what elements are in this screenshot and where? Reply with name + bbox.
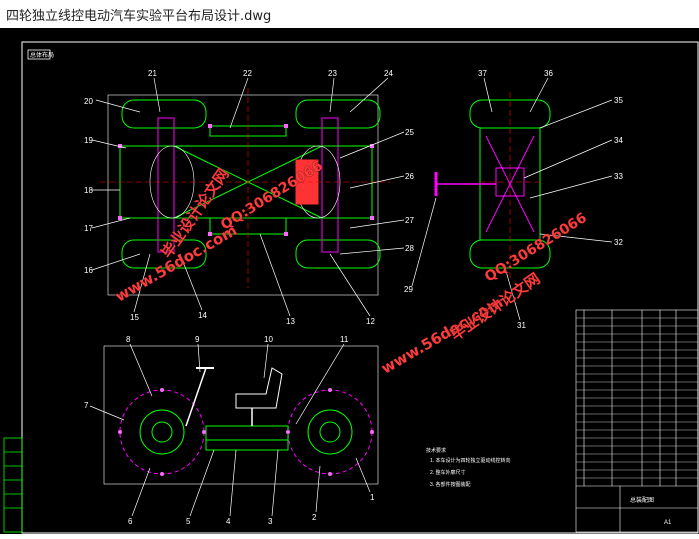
label-36: 36	[544, 69, 553, 78]
label-29: 29	[404, 285, 413, 294]
label-21: 21	[148, 69, 157, 78]
label-6: 6	[128, 517, 133, 526]
label-34: 34	[614, 136, 623, 145]
note-3: 3. 各部件按图装配	[430, 481, 471, 488]
label-19: 19	[84, 136, 93, 145]
cad-drawing: 总体布局 20 21 22 23 24 25 26 27 28 12 13 14…	[3, 41, 699, 534]
label-23: 23	[328, 69, 337, 78]
label-32: 32	[614, 238, 623, 247]
label-22: 22	[243, 69, 252, 78]
label-15: 15	[130, 313, 139, 322]
label-26: 26	[405, 172, 414, 181]
label-4: 4	[226, 517, 231, 526]
label-16: 16	[84, 266, 93, 275]
label-20: 20	[84, 97, 93, 106]
label-25: 25	[405, 128, 414, 137]
title-block-code: A1	[664, 520, 672, 526]
label-10: 10	[264, 335, 273, 344]
label-1: 1	[370, 493, 375, 502]
label-14: 14	[198, 311, 207, 320]
title-block-name: 总装配图	[630, 496, 654, 504]
technical-notes: 技术要求 1. 本车设计为四轮独立驱动线控转向 2. 整车外廓尺寸 3. 各部件…	[426, 447, 511, 488]
label-13: 13	[286, 317, 295, 326]
note-1: 1. 本车设计为四轮独立驱动线控转向	[430, 457, 511, 464]
top-view	[100, 88, 390, 296]
corner-tag: 总体布局	[30, 51, 54, 59]
label-27: 27	[405, 216, 414, 225]
cad-drawing-canvas[interactable]: 总体布局 20 21 22 23 24 25 26 27 28 12 13 14…	[0, 28, 699, 534]
window-title: 四轮独立线控电动汽车实验平台布局设计.dwg	[6, 9, 272, 24]
label-7: 7	[84, 401, 89, 410]
label-17: 17	[84, 224, 93, 233]
label-24: 24	[384, 69, 393, 78]
elevation-view	[103, 345, 379, 485]
label-35: 35	[614, 96, 623, 105]
label-2: 2	[312, 513, 317, 522]
parts-list-rows	[576, 317, 698, 479]
label-3: 3	[268, 517, 273, 526]
note-2: 2. 整车外廓尺寸	[430, 469, 466, 476]
label-numbers: 20 21 22 23 24 25 26 27 28 12 13 14 15 1…	[84, 69, 623, 526]
label-9: 9	[195, 335, 200, 344]
label-18: 18	[84, 186, 93, 195]
label-11: 11	[340, 335, 349, 344]
left-strip	[3, 437, 23, 533]
window-titlebar: 四轮独立线控电动汽车实验平台布局设计.dwg	[0, 0, 699, 29]
label-12: 12	[366, 317, 375, 326]
label-31: 31	[517, 321, 526, 330]
title-block-text: 总装配图 A1	[630, 496, 672, 526]
label-37: 37	[478, 69, 487, 78]
leader-lines	[89, 77, 613, 517]
label-28: 28	[405, 244, 414, 253]
label-33: 33	[614, 172, 623, 181]
label-5: 5	[186, 517, 191, 526]
notes-title: 技术要求	[426, 447, 446, 454]
label-8: 8	[126, 335, 131, 344]
elevation-wheel-nodes	[118, 388, 374, 476]
